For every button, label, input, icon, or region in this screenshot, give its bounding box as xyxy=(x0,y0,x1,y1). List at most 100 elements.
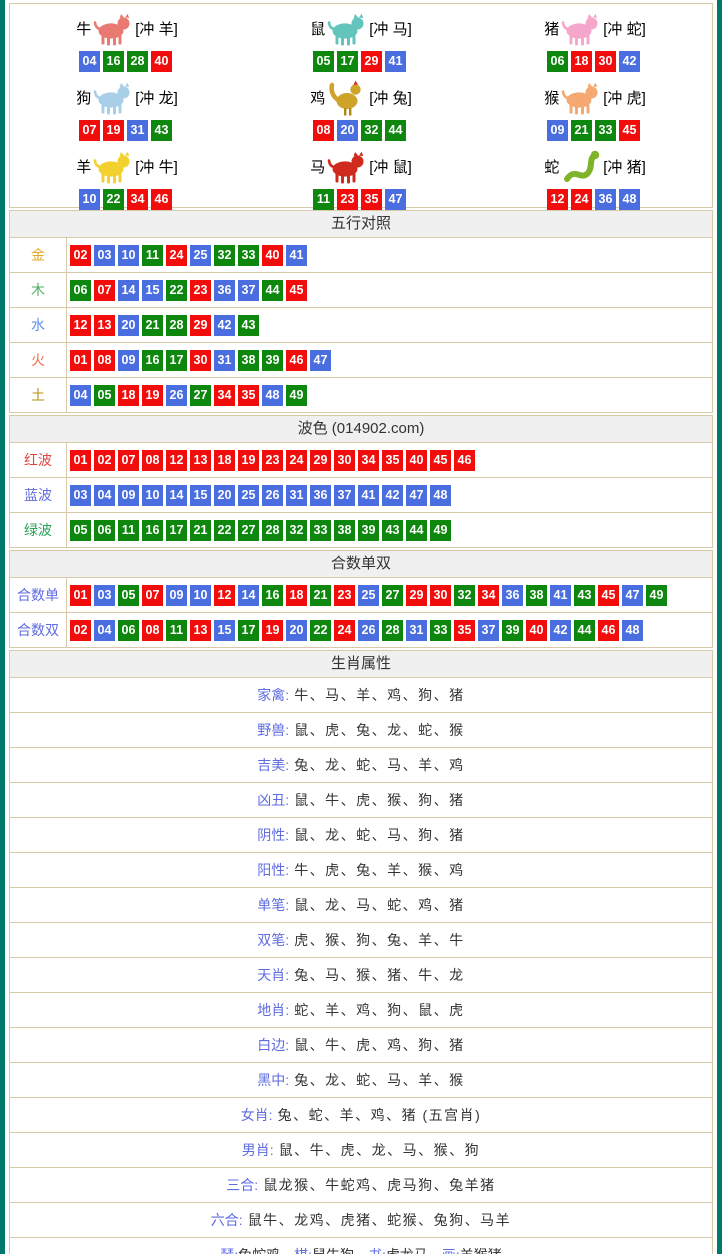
zodiac-name: 马 xyxy=(310,156,325,177)
number-badge: 48 xyxy=(622,620,643,641)
number-row-label: 金 xyxy=(10,238,67,272)
number-badge: 44 xyxy=(262,280,283,301)
number-badge: 40 xyxy=(526,620,547,641)
zodiac-numbers: 08203244 xyxy=(244,118,478,142)
number-badge: 11 xyxy=(142,245,163,266)
zodiac-name-line: 羊[冲 牛] xyxy=(10,145,244,187)
zodiac-name: 猴 xyxy=(544,87,559,108)
number-badge: 20 xyxy=(337,120,358,141)
attribute-content: 鼠、牛、虎、龙、马、猴、狗 xyxy=(279,1142,481,1158)
number-badge: 25 xyxy=(358,585,379,606)
zodiac-clash-label: [冲 鼠] xyxy=(369,156,412,177)
number-badge: 18 xyxy=(571,51,592,72)
number-badge: 11 xyxy=(313,189,334,210)
number-badge: 46 xyxy=(454,450,475,471)
pair-separator: 、 xyxy=(280,1247,294,1254)
number-row: 红波 0102070812131819232429303435404546 xyxy=(10,442,712,477)
number-badge: 23 xyxy=(337,189,358,210)
number-badge: 30 xyxy=(334,450,355,471)
waves-title: 波色 (014902.com) xyxy=(10,416,712,442)
number-badge: 45 xyxy=(619,120,640,141)
snake-image xyxy=(560,146,602,186)
zodiac-numbers: 04162840 xyxy=(10,49,244,73)
number-badge: 49 xyxy=(646,585,667,606)
number-badge: 48 xyxy=(619,189,640,210)
number-badge: 28 xyxy=(262,520,283,541)
attribute-label: 黑中: xyxy=(257,1072,289,1088)
attribute-row: 天肖:兔、马、猴、猪、牛、龙 xyxy=(10,957,712,992)
number-badge: 47 xyxy=(406,485,427,506)
number-badge: 13 xyxy=(94,315,115,336)
rat-image xyxy=(326,8,368,48)
number-badge: 49 xyxy=(286,385,307,406)
number-badge: 23 xyxy=(334,585,355,606)
number-badge: 06 xyxy=(118,620,139,641)
number-row: 绿波 05061116172122272832333839434449 xyxy=(10,512,712,547)
attribute-content: 鼠、虎、兔、龙、蛇、猴 xyxy=(294,722,465,738)
number-badge: 20 xyxy=(286,620,307,641)
number-badge: 16 xyxy=(262,585,283,606)
zodiac-name: 猪 xyxy=(544,18,559,39)
attribute-content: 鼠牛、龙鸡、虎猪、蛇猴、兔狗、马羊 xyxy=(248,1212,512,1228)
attribute-row: 六合:鼠牛、龙鸡、虎猪、蛇猴、兔狗、马羊 xyxy=(10,1202,712,1237)
attribute-content: 兔蛇鸡 xyxy=(238,1247,280,1254)
attribute-label: 阴性: xyxy=(257,827,289,843)
number-badge: 06 xyxy=(70,280,91,301)
number-badge: 19 xyxy=(103,120,124,141)
number-badge: 36 xyxy=(502,585,523,606)
number-row-values: 03040910141520252631363741424748 xyxy=(67,478,454,512)
number-badge: 43 xyxy=(238,315,259,336)
number-badge: 09 xyxy=(118,485,139,506)
number-badge: 35 xyxy=(361,189,382,210)
attribute-label: 画: xyxy=(442,1247,460,1254)
number-badge: 46 xyxy=(151,189,172,210)
five-elements-title: 五行对照 xyxy=(10,211,712,237)
number-row-label: 绿波 xyxy=(10,513,67,547)
number-badge: 33 xyxy=(595,120,616,141)
number-badge: 47 xyxy=(385,189,406,210)
zodiac-name: 牛 xyxy=(76,18,91,39)
number-badge: 10 xyxy=(142,485,163,506)
number-row: 土 04051819262734354849 xyxy=(10,377,712,412)
number-badge: 16 xyxy=(103,51,124,72)
number-badge: 19 xyxy=(142,385,163,406)
zodiac-clash-label: [冲 马] xyxy=(369,18,412,39)
number-badge: 32 xyxy=(286,520,307,541)
attribute-row: 女肖:兔、蛇、羊、鸡、猪 (五宫肖) xyxy=(10,1097,712,1132)
number-badge: 32 xyxy=(454,585,475,606)
number-badge: 01 xyxy=(70,450,91,471)
number-badge: 10 xyxy=(79,189,100,210)
sum-parity-rows: 合数单 010305070910121416182123252729303234… xyxy=(10,577,712,647)
number-row-label: 火 xyxy=(10,343,67,377)
number-row-label: 蓝波 xyxy=(10,478,67,512)
number-badge: 27 xyxy=(382,585,403,606)
monkey-image xyxy=(560,77,602,117)
number-badge: 34 xyxy=(358,450,379,471)
number-badge: 34 xyxy=(478,585,499,606)
number-badge: 40 xyxy=(151,51,172,72)
number-badge: 04 xyxy=(94,485,115,506)
number-badge: 06 xyxy=(547,51,568,72)
zodiac-cell: 猴[冲 虎] 09213345 xyxy=(478,73,712,142)
zodiac-grid: 牛[冲 羊] 04162840 鼠[冲 马] 05172941 猪[冲 蛇] 0… xyxy=(10,4,712,207)
number-badge: 11 xyxy=(118,520,139,541)
number-badge: 29 xyxy=(361,51,382,72)
rooster-image xyxy=(326,77,368,117)
number-badge: 33 xyxy=(430,620,451,641)
goat-image xyxy=(92,146,134,186)
number-badge: 49 xyxy=(430,520,451,541)
number-badge: 45 xyxy=(598,585,619,606)
number-badge: 22 xyxy=(103,189,124,210)
attribute-row: 野兽:鼠、虎、兔、龙、蛇、猴 xyxy=(10,712,712,747)
number-badge: 27 xyxy=(190,385,211,406)
zodiac-name-line: 猪[冲 蛇] xyxy=(478,7,712,49)
pair-separator: 、 xyxy=(428,1247,442,1254)
number-badge: 45 xyxy=(286,280,307,301)
number-badge: 21 xyxy=(571,120,592,141)
number-badge: 44 xyxy=(385,120,406,141)
zodiac-cell: 狗[冲 龙] 07193143 xyxy=(10,73,244,142)
number-row: 木 06071415222336374445 xyxy=(10,272,712,307)
zodiac-name-line: 鸡[冲 兔] xyxy=(244,76,478,118)
number-row-label: 合数双 xyxy=(10,613,67,647)
number-badge: 35 xyxy=(238,385,259,406)
